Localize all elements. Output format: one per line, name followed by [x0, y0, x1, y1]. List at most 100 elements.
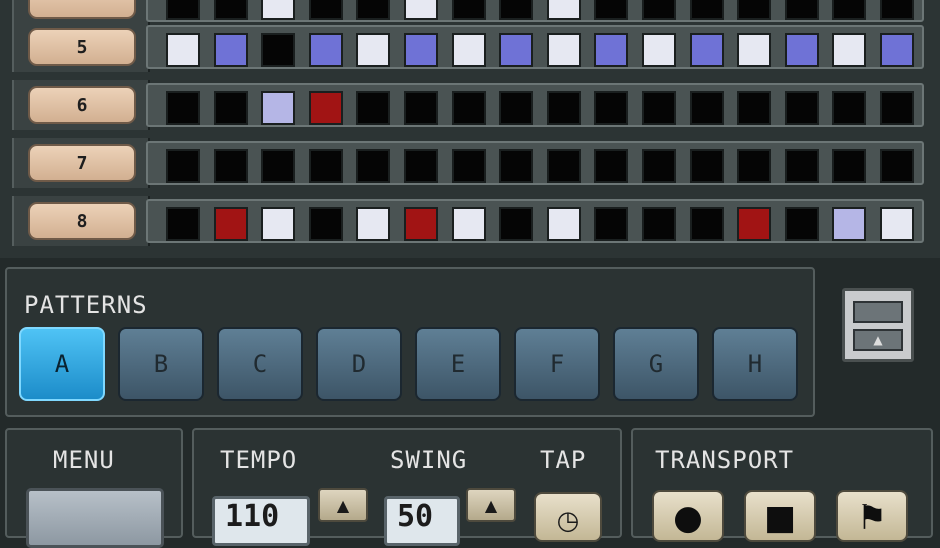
step-cell[interactable] [832, 91, 867, 125]
track-select-button[interactable]: 6 [28, 86, 136, 124]
pattern-button-f[interactable]: F [514, 327, 600, 401]
step-cell[interactable] [213, 33, 248, 67]
step-cell[interactable] [832, 149, 867, 183]
step-cell[interactable] [356, 0, 391, 20]
step-cell[interactable] [546, 207, 581, 241]
step-cell[interactable] [404, 149, 438, 183]
step-cell[interactable] [737, 207, 772, 241]
step-cell[interactable] [308, 0, 343, 20]
swing-up-button[interactable]: ▲ [466, 488, 516, 522]
step-cell[interactable] [880, 0, 914, 20]
step-cell[interactable] [356, 91, 391, 125]
step-cell[interactable] [689, 149, 724, 183]
step-cell[interactable] [308, 33, 343, 67]
step-cell[interactable] [594, 33, 629, 67]
step-cell[interactable] [880, 207, 914, 241]
step-cell[interactable] [213, 0, 248, 20]
track-select-button[interactable]: 7 [28, 144, 136, 182]
pattern-button-g[interactable]: G [613, 327, 699, 401]
track-select-button[interactable] [28, 0, 136, 19]
play-button[interactable]: ⚑ [836, 490, 908, 542]
step-cell[interactable] [689, 207, 724, 241]
pattern-button-c[interactable]: C [217, 327, 303, 401]
step-cell[interactable] [546, 149, 581, 183]
swing-display[interactable]: 50 [384, 496, 460, 546]
step-cell[interactable] [213, 207, 248, 241]
step-cell[interactable] [356, 33, 391, 67]
record-button[interactable]: ● [652, 490, 724, 542]
step-cell[interactable] [642, 33, 676, 67]
step-cell[interactable] [784, 207, 819, 241]
step-cell[interactable] [642, 0, 676, 20]
step-cell[interactable] [166, 0, 200, 20]
step-cell[interactable] [404, 207, 438, 241]
step-cell[interactable] [308, 91, 343, 125]
step-cell[interactable] [261, 33, 296, 67]
step-cell[interactable] [261, 207, 296, 241]
tempo-display[interactable]: 110 [212, 496, 310, 546]
pattern-button-h[interactable]: H [712, 327, 798, 401]
step-cell[interactable] [356, 207, 391, 241]
step-cell[interactable] [594, 91, 629, 125]
step-cell[interactable] [451, 33, 486, 67]
step-cell[interactable] [689, 0, 724, 20]
pattern-button-e[interactable]: E [415, 327, 501, 401]
step-cell[interactable] [594, 149, 629, 183]
step-cell[interactable] [594, 0, 629, 20]
step-cell[interactable] [451, 149, 486, 183]
step-cell[interactable] [737, 33, 772, 67]
step-cell[interactable] [880, 33, 914, 67]
step-cell[interactable] [642, 91, 676, 125]
track-select-button[interactable]: 5 [28, 28, 136, 66]
scroll-down-segment[interactable]: ▲ [853, 329, 903, 351]
step-cell[interactable] [404, 0, 438, 20]
step-cell[interactable] [737, 149, 772, 183]
step-cell[interactable] [451, 207, 486, 241]
step-cell[interactable] [308, 149, 343, 183]
step-cell[interactable] [546, 91, 581, 125]
pattern-button-a[interactable]: A [19, 327, 105, 401]
step-cell[interactable] [261, 149, 296, 183]
step-cell[interactable] [689, 91, 724, 125]
step-cell[interactable] [451, 91, 486, 125]
step-cell[interactable] [832, 33, 867, 67]
tap-button[interactable]: ◷ [534, 492, 602, 542]
step-cell[interactable] [356, 149, 391, 183]
step-cell[interactable] [499, 149, 534, 183]
step-cell[interactable] [499, 0, 534, 20]
step-cell[interactable] [499, 33, 534, 67]
step-cell[interactable] [784, 149, 819, 183]
step-cell[interactable] [499, 91, 534, 125]
step-cell[interactable] [166, 91, 200, 125]
stop-button[interactable]: ■ [744, 490, 816, 542]
step-cell[interactable] [404, 33, 438, 67]
step-cell[interactable] [546, 0, 581, 20]
step-cell[interactable] [404, 91, 438, 125]
step-cell[interactable] [213, 149, 248, 183]
track-scroll-toggle[interactable]: ▲ [842, 288, 914, 362]
step-cell[interactable] [166, 33, 200, 67]
step-cell[interactable] [261, 0, 296, 20]
step-cell[interactable] [166, 207, 200, 241]
step-cell[interactable] [451, 0, 486, 20]
step-cell[interactable] [880, 91, 914, 125]
menu-button[interactable] [26, 488, 164, 548]
pattern-button-b[interactable]: B [118, 327, 204, 401]
step-cell[interactable] [737, 91, 772, 125]
step-cell[interactable] [880, 149, 914, 183]
step-cell[interactable] [689, 33, 724, 67]
step-cell[interactable] [642, 149, 676, 183]
step-cell[interactable] [784, 33, 819, 67]
tempo-up-button[interactable]: ▲ [318, 488, 368, 522]
scroll-up-segment[interactable] [853, 301, 903, 323]
step-cell[interactable] [308, 207, 343, 241]
step-cell[interactable] [213, 91, 248, 125]
step-cell[interactable] [832, 207, 867, 241]
step-cell[interactable] [499, 207, 534, 241]
step-cell[interactable] [784, 0, 819, 20]
step-cell[interactable] [594, 207, 629, 241]
step-cell[interactable] [261, 91, 296, 125]
step-cell[interactable] [784, 91, 819, 125]
step-cell[interactable] [737, 0, 772, 20]
step-cell[interactable] [546, 33, 581, 67]
